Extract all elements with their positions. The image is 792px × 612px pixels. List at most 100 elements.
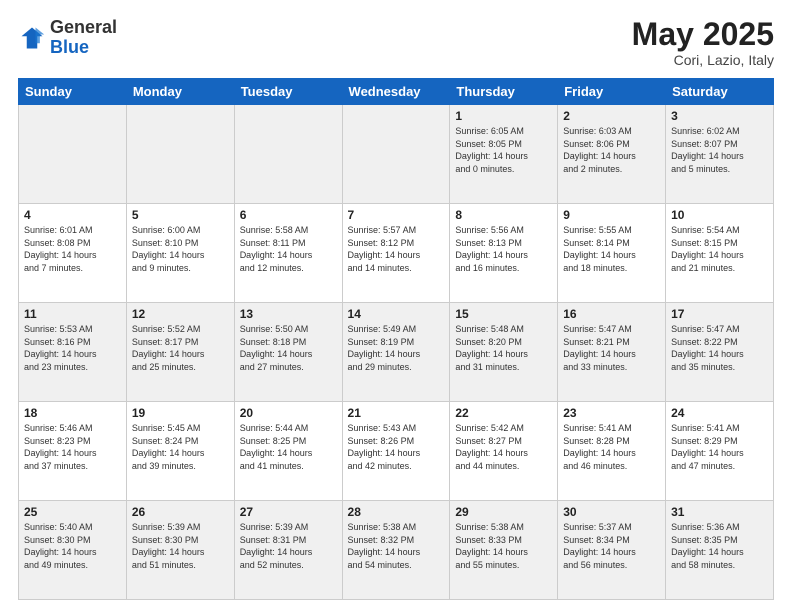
day-number: 27 xyxy=(240,505,337,519)
header: General Blue May 2025 Cori, Lazio, Italy xyxy=(18,18,774,68)
calendar-cell xyxy=(234,105,342,204)
day-number: 23 xyxy=(563,406,660,420)
day-info: Sunrise: 5:49 AM Sunset: 8:19 PM Dayligh… xyxy=(348,323,445,373)
calendar-cell: 25 Sunrise: 5:40 AM Sunset: 8:30 PM Dayli… xyxy=(19,501,127,600)
day-info: Sunrise: 6:05 AM Sunset: 8:05 PM Dayligh… xyxy=(455,125,552,175)
col-sunday: Sunday xyxy=(19,79,127,105)
page: General Blue May 2025 Cori, Lazio, Italy… xyxy=(0,0,792,612)
logo-text-block: General Blue xyxy=(50,18,117,58)
day-info: Sunrise: 6:01 AM Sunset: 8:08 PM Dayligh… xyxy=(24,224,121,274)
day-info: Sunrise: 5:44 AM Sunset: 8:25 PM Dayligh… xyxy=(240,422,337,472)
day-number: 3 xyxy=(671,109,768,123)
day-number: 5 xyxy=(132,208,229,222)
day-info: Sunrise: 5:48 AM Sunset: 8:20 PM Dayligh… xyxy=(455,323,552,373)
calendar-cell: 4 Sunrise: 6:01 AM Sunset: 8:08 PM Daylig… xyxy=(19,204,127,303)
day-info: Sunrise: 5:41 AM Sunset: 8:29 PM Dayligh… xyxy=(671,422,768,472)
calendar-cell: 8 Sunrise: 5:56 AM Sunset: 8:13 PM Daylig… xyxy=(450,204,558,303)
calendar-cell xyxy=(342,105,450,204)
day-number: 11 xyxy=(24,307,121,321)
day-info: Sunrise: 5:46 AM Sunset: 8:23 PM Dayligh… xyxy=(24,422,121,472)
day-info: Sunrise: 5:42 AM Sunset: 8:27 PM Dayligh… xyxy=(455,422,552,472)
day-number: 29 xyxy=(455,505,552,519)
day-number: 16 xyxy=(563,307,660,321)
day-number: 8 xyxy=(455,208,552,222)
day-number: 4 xyxy=(24,208,121,222)
location: Cori, Lazio, Italy xyxy=(632,52,774,68)
day-number: 15 xyxy=(455,307,552,321)
calendar-cell: 10Sunrise: 5:54 AM Sunset: 8:15 PM Dayli… xyxy=(666,204,774,303)
calendar-cell: 11 Sunrise: 5:53 AM Sunset: 8:16 PM Dayli… xyxy=(19,303,127,402)
calendar-cell: 14 Sunrise: 5:49 AM Sunset: 8:19 PM Dayli… xyxy=(342,303,450,402)
day-number: 6 xyxy=(240,208,337,222)
calendar-week-row: 4 Sunrise: 6:01 AM Sunset: 8:08 PM Daylig… xyxy=(19,204,774,303)
day-number: 18 xyxy=(24,406,121,420)
logo-icon xyxy=(18,24,46,52)
calendar-cell: 20Sunrise: 5:44 AM Sunset: 8:25 PM Dayli… xyxy=(234,402,342,501)
day-number: 22 xyxy=(455,406,552,420)
calendar-cell: 6 Sunrise: 5:58 AM Sunset: 8:11 PM Daylig… xyxy=(234,204,342,303)
day-info: Sunrise: 6:02 AM Sunset: 8:07 PM Dayligh… xyxy=(671,125,768,175)
day-info: Sunrise: 5:47 AM Sunset: 8:21 PM Dayligh… xyxy=(563,323,660,373)
calendar-cell: 27 Sunrise: 5:39 AM Sunset: 8:31 PM Dayli… xyxy=(234,501,342,600)
calendar-cell xyxy=(19,105,127,204)
col-monday: Monday xyxy=(126,79,234,105)
day-number: 2 xyxy=(563,109,660,123)
day-info: Sunrise: 5:53 AM Sunset: 8:16 PM Dayligh… xyxy=(24,323,121,373)
day-info: Sunrise: 5:40 AM Sunset: 8:30 PM Dayligh… xyxy=(24,521,121,571)
calendar-cell: 2Sunrise: 6:03 AM Sunset: 8:06 PM Daylig… xyxy=(558,105,666,204)
day-info: Sunrise: 6:00 AM Sunset: 8:10 PM Dayligh… xyxy=(132,224,229,274)
calendar-cell: 21Sunrise: 5:43 AM Sunset: 8:26 PM Dayli… xyxy=(342,402,450,501)
day-number: 12 xyxy=(132,307,229,321)
calendar-cell: 16 Sunrise: 5:47 AM Sunset: 8:21 PM Dayli… xyxy=(558,303,666,402)
calendar-cell: 23 Sunrise: 5:41 AM Sunset: 8:28 PM Dayli… xyxy=(558,402,666,501)
day-info: Sunrise: 5:38 AM Sunset: 8:32 PM Dayligh… xyxy=(348,521,445,571)
day-info: Sunrise: 5:37 AM Sunset: 8:34 PM Dayligh… xyxy=(563,521,660,571)
calendar-cell: 12 Sunrise: 5:52 AM Sunset: 8:17 PM Dayli… xyxy=(126,303,234,402)
calendar-cell: 29Sunrise: 5:38 AM Sunset: 8:33 PM Dayli… xyxy=(450,501,558,600)
day-info: Sunrise: 5:41 AM Sunset: 8:28 PM Dayligh… xyxy=(563,422,660,472)
day-info: Sunrise: 5:39 AM Sunset: 8:30 PM Dayligh… xyxy=(132,521,229,571)
day-info: Sunrise: 5:52 AM Sunset: 8:17 PM Dayligh… xyxy=(132,323,229,373)
logo-blue: Blue xyxy=(50,37,89,57)
col-thursday: Thursday xyxy=(450,79,558,105)
day-number: 28 xyxy=(348,505,445,519)
day-info: Sunrise: 5:36 AM Sunset: 8:35 PM Dayligh… xyxy=(671,521,768,571)
day-number: 30 xyxy=(563,505,660,519)
day-number: 24 xyxy=(671,406,768,420)
logo-text: General Blue xyxy=(50,18,117,58)
calendar-cell: 13 Sunrise: 5:50 AM Sunset: 8:18 PM Dayli… xyxy=(234,303,342,402)
month-title: May 2025 xyxy=(632,18,774,50)
day-number: 21 xyxy=(348,406,445,420)
calendar-cell: 31 Sunrise: 5:36 AM Sunset: 8:35 PM Dayli… xyxy=(666,501,774,600)
day-number: 9 xyxy=(563,208,660,222)
calendar-week-row: 18 Sunrise: 5:46 AM Sunset: 8:23 PM Dayli… xyxy=(19,402,774,501)
day-info: Sunrise: 5:39 AM Sunset: 8:31 PM Dayligh… xyxy=(240,521,337,571)
calendar-cell: 7Sunrise: 5:57 AM Sunset: 8:12 PM Daylig… xyxy=(342,204,450,303)
day-number: 26 xyxy=(132,505,229,519)
calendar-cell: 17Sunrise: 5:47 AM Sunset: 8:22 PM Dayli… xyxy=(666,303,774,402)
calendar-cell: 24 Sunrise: 5:41 AM Sunset: 8:29 PM Dayli… xyxy=(666,402,774,501)
day-number: 14 xyxy=(348,307,445,321)
calendar-cell: 9Sunrise: 5:55 AM Sunset: 8:14 PM Daylig… xyxy=(558,204,666,303)
calendar-cell: 1Sunrise: 6:05 AM Sunset: 8:05 PM Daylig… xyxy=(450,105,558,204)
col-friday: Friday xyxy=(558,79,666,105)
day-info: Sunrise: 5:47 AM Sunset: 8:22 PM Dayligh… xyxy=(671,323,768,373)
day-number: 31 xyxy=(671,505,768,519)
col-tuesday: Tuesday xyxy=(234,79,342,105)
day-number: 13 xyxy=(240,307,337,321)
day-number: 25 xyxy=(24,505,121,519)
calendar-cell: 22 Sunrise: 5:42 AM Sunset: 8:27 PM Dayli… xyxy=(450,402,558,501)
day-info: Sunrise: 5:50 AM Sunset: 8:18 PM Dayligh… xyxy=(240,323,337,373)
day-info: Sunrise: 5:56 AM Sunset: 8:13 PM Dayligh… xyxy=(455,224,552,274)
calendar-cell: 5 Sunrise: 6:00 AM Sunset: 8:10 PM Daylig… xyxy=(126,204,234,303)
calendar-cell: 3 Sunrise: 6:02 AM Sunset: 8:07 PM Daylig… xyxy=(666,105,774,204)
title-block: May 2025 Cori, Lazio, Italy xyxy=(632,18,774,68)
calendar-cell: 15 Sunrise: 5:48 AM Sunset: 8:20 PM Dayli… xyxy=(450,303,558,402)
calendar-cell xyxy=(126,105,234,204)
logo-general: General xyxy=(50,17,117,37)
day-info: Sunrise: 5:57 AM Sunset: 8:12 PM Dayligh… xyxy=(348,224,445,274)
day-info: Sunrise: 5:58 AM Sunset: 8:11 PM Dayligh… xyxy=(240,224,337,274)
calendar-week-row: 25 Sunrise: 5:40 AM Sunset: 8:30 PM Dayli… xyxy=(19,501,774,600)
day-number: 10 xyxy=(671,208,768,222)
calendar-cell: 28 Sunrise: 5:38 AM Sunset: 8:32 PM Dayli… xyxy=(342,501,450,600)
